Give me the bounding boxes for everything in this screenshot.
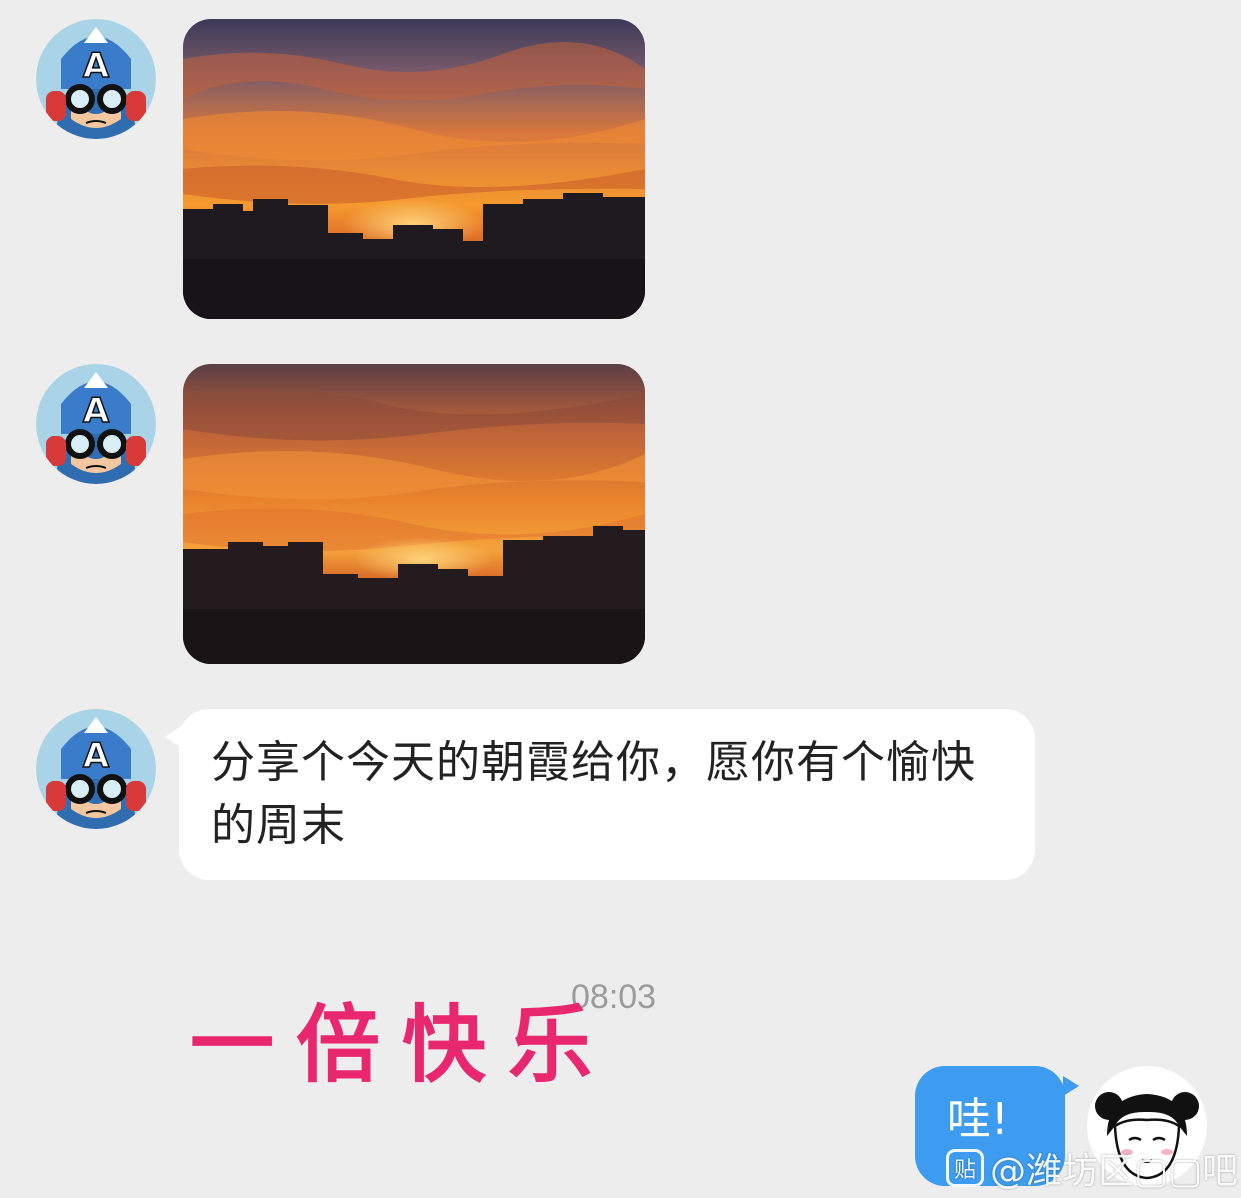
sunrise-photo-image [183, 19, 645, 319]
photo-message-sunrise-2[interactable] [183, 364, 645, 664]
sunrise-photo-image [183, 364, 645, 664]
svg-text:A: A [83, 736, 110, 776]
captain-avatar-icon: A [36, 19, 156, 139]
watermark-text: @潍坊区▢▢吧 [990, 1151, 1239, 1192]
tieba-logo-icon: 贴 [946, 1149, 984, 1187]
avatar-friend[interactable]: A [36, 19, 156, 139]
sticker-message[interactable]: 一倍快乐 [190, 1000, 614, 1090]
captain-avatar-icon: A [36, 364, 156, 484]
captain-avatar-icon: A [36, 709, 156, 829]
svg-text:A: A [83, 46, 110, 86]
message-text: 分享个今天的朝霞给你，愿你有个愉快的周末 [211, 737, 976, 851]
avatar-friend[interactable]: A [36, 709, 156, 829]
text-message-bubble[interactable]: 分享个今天的朝霞给你，愿你有个愉快的周末 [165, 709, 1035, 880]
svg-text:A: A [83, 391, 110, 431]
reply-text: 哇! [947, 1094, 1009, 1145]
tieba-watermark: 贴 @潍坊区▢▢吧 [946, 1142, 1238, 1194]
photo-message-sunrise-1[interactable] [183, 19, 645, 319]
avatar-friend[interactable]: A [36, 364, 156, 484]
